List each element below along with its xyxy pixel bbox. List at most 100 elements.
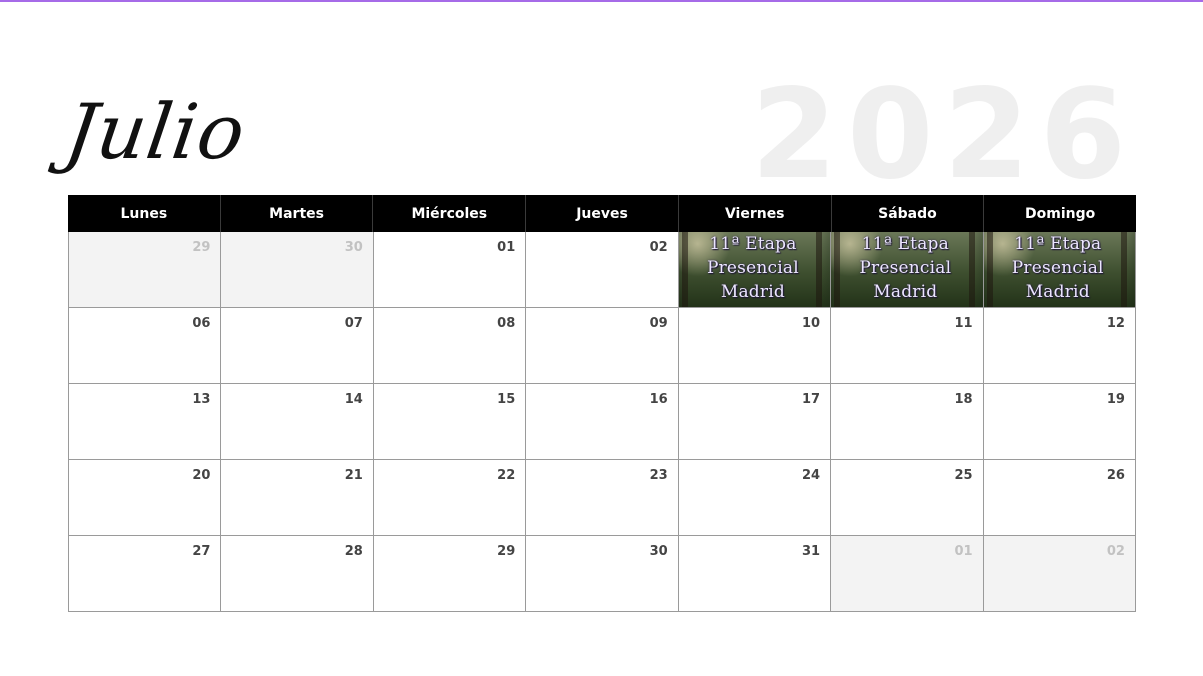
tree-trunk-decoration: [968, 232, 975, 307]
day-number: 01: [497, 240, 516, 255]
day-number: 16: [649, 392, 668, 407]
day-cell[interactable]: 17: [678, 384, 832, 460]
day-cell[interactable]: 15: [373, 384, 527, 460]
day-number: 11: [954, 316, 973, 331]
event-card[interactable]: 11ª Etapa Presencial Madrid: [678, 232, 831, 307]
weekday-header-friday: Viernes: [679, 195, 832, 232]
tree-trunk-decoration: [1120, 232, 1127, 307]
day-number: 02: [649, 240, 668, 255]
day-cell[interactable]: 27: [68, 536, 222, 612]
day-cell[interactable]: 02: [526, 232, 679, 308]
day-cell[interactable]: 09: [526, 308, 679, 384]
day-cell[interactable]: 28: [221, 536, 374, 612]
event-title-line: Madrid: [873, 281, 938, 302]
day-number: 29: [497, 544, 516, 559]
day-cell[interactable]: 12: [983, 308, 1136, 384]
week-row: 29 30 01 02 11ª Etapa Presencial Madrid: [68, 232, 1136, 308]
tree-trunk-decoration: [834, 232, 841, 307]
day-cell-event[interactable]: 11ª Etapa Presencial Madrid: [831, 232, 984, 308]
event-title-line: 11ª Etapa: [1014, 233, 1102, 254]
day-cell[interactable]: 21: [221, 460, 374, 536]
day-number: 18: [954, 392, 973, 407]
day-cell[interactable]: 01: [373, 232, 527, 308]
day-cell[interactable]: 16: [526, 384, 679, 460]
day-cell[interactable]: 29: [68, 232, 222, 308]
weekday-header-monday: Lunes: [68, 195, 221, 232]
event-card[interactable]: 11ª Etapa Presencial Madrid: [983, 232, 1135, 307]
day-cell[interactable]: 30: [221, 232, 374, 308]
event-title-line: Madrid: [720, 281, 785, 302]
day-cell-event[interactable]: 11ª Etapa Presencial Madrid: [983, 232, 1136, 308]
day-number: 23: [649, 468, 668, 483]
day-cell[interactable]: 25: [831, 460, 984, 536]
weekday-header-thursday: Jueves: [526, 195, 679, 232]
month-grid: Lunes Martes Miércoles Jueves Viernes Sá…: [68, 195, 1136, 614]
day-cell[interactable]: 06: [68, 308, 222, 384]
day-number: 01: [954, 544, 973, 559]
week-row: 06 07 08 09 10 11 12: [68, 308, 1136, 384]
tree-trunk-decoration: [816, 232, 823, 307]
day-number: 24: [802, 468, 821, 483]
day-cell[interactable]: 18: [831, 384, 984, 460]
event-title-line: 11ª Etapa: [709, 233, 797, 254]
calendar-page: 20 26 Julio Lunes Martes Miércoles Jueves…: [0, 0, 1203, 676]
day-cell[interactable]: 20: [68, 460, 222, 536]
day-number: 31: [802, 544, 821, 559]
day-cell[interactable]: 01: [831, 536, 984, 612]
day-number: 08: [497, 316, 516, 331]
event-title-line: Madrid: [1025, 281, 1090, 302]
day-cell[interactable]: 30: [526, 536, 679, 612]
day-number: 22: [497, 468, 516, 483]
event-card[interactable]: 11ª Etapa Presencial Madrid: [831, 232, 983, 307]
day-number: 07: [344, 316, 363, 331]
day-cell[interactable]: 19: [983, 384, 1136, 460]
day-cell[interactable]: 02: [983, 536, 1136, 612]
day-number: 28: [344, 544, 363, 559]
day-number: 15: [497, 392, 516, 407]
event-title-line: Presencial: [859, 257, 952, 278]
event-title-line: Presencial: [1011, 257, 1104, 278]
day-number: 17: [802, 392, 821, 407]
day-number: 06: [192, 316, 211, 331]
weekday-header-saturday: Sábado: [832, 195, 985, 232]
weekday-header-sunday: Domingo: [1025, 205, 1096, 222]
event-title-line: Presencial: [706, 257, 799, 278]
day-cell[interactable]: 14: [221, 384, 374, 460]
day-number: 09: [649, 316, 668, 331]
event-title-line: 11ª Etapa: [861, 233, 949, 254]
day-cell[interactable]: 26: [983, 460, 1136, 536]
day-number: 30: [649, 544, 668, 559]
tree-trunk-decoration: [986, 232, 993, 307]
weekday-header-wednesday: Miércoles: [373, 195, 527, 232]
day-cell[interactable]: 11: [831, 308, 984, 384]
day-cell[interactable]: 08: [373, 308, 527, 384]
day-number: 27: [192, 544, 211, 559]
day-number: 02: [1106, 544, 1125, 559]
day-number: 30: [344, 240, 363, 255]
weekday-header-row: Lunes Martes Miércoles Jueves Viernes Sá…: [68, 195, 1136, 232]
day-number: 26: [1106, 468, 1125, 483]
week-row: 27 28 29 30 31 01 02: [68, 536, 1136, 612]
day-cell[interactable]: 23: [526, 460, 679, 536]
week-row: 20 21 22 23 24 25 26: [68, 460, 1136, 536]
day-number: 12: [1106, 316, 1125, 331]
day-cell[interactable]: 22: [373, 460, 527, 536]
day-number: 25: [954, 468, 973, 483]
day-number: 19: [1106, 392, 1125, 407]
day-cell[interactable]: 31: [678, 536, 832, 612]
day-number: 14: [344, 392, 363, 407]
week-row: 13 14 15 16 17 18 19: [68, 384, 1136, 460]
day-number: 13: [192, 392, 211, 407]
day-cell[interactable]: 10: [678, 308, 832, 384]
day-number: 20: [192, 468, 211, 483]
weekday-header-tuesday: Martes: [221, 195, 374, 232]
day-cell[interactable]: 07: [221, 308, 374, 384]
day-cell[interactable]: 13: [68, 384, 222, 460]
day-number: 21: [344, 468, 363, 483]
month-title: Julio: [59, 87, 252, 176]
day-number: 29: [192, 240, 211, 255]
tree-trunk-decoration: [681, 232, 688, 307]
day-cell-event[interactable]: 11ª Etapa Presencial Madrid: [678, 232, 832, 308]
day-cell[interactable]: 29: [373, 536, 527, 612]
day-cell[interactable]: 24: [678, 460, 832, 536]
